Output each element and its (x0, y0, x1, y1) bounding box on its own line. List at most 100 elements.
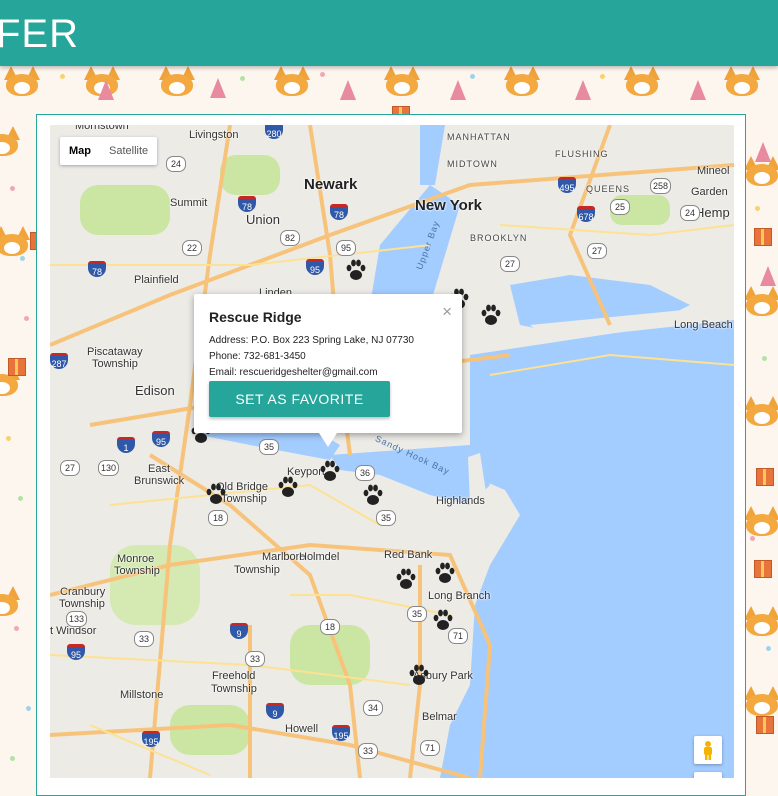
route-shield: 287 (50, 353, 68, 369)
corgi-decoration-icon (380, 66, 424, 96)
place-label: Edison (135, 383, 175, 398)
place-label: Belmar (422, 711, 457, 723)
route-shield: 82 (280, 230, 300, 246)
place-label: Highlands (436, 495, 485, 507)
route-shield: 24 (680, 205, 700, 221)
place-label: Piscataway (87, 346, 143, 358)
paw-marker-icon[interactable] (434, 561, 456, 585)
place-label: New York (415, 197, 482, 214)
route-shield: 34 (363, 700, 383, 716)
paw-marker-icon[interactable] (480, 303, 502, 327)
route-shield: 133 (66, 611, 88, 627)
paw-marker-icon[interactable] (408, 663, 430, 687)
route-shield: 195 (142, 731, 160, 747)
confetti-dot (755, 206, 760, 211)
confetti-dot (750, 536, 755, 541)
party-hat-icon (98, 80, 114, 100)
place-label: MANHATTAN (447, 132, 511, 142)
satellite-view-button[interactable]: Satellite (100, 137, 157, 165)
party-hat-icon (450, 80, 466, 100)
place-label: Newark (304, 176, 358, 193)
set-as-favorite-button[interactable]: SET AS FAVORITE (209, 381, 390, 417)
place-label: Township (92, 358, 138, 370)
route-shield: 24 (166, 156, 186, 172)
confetti-dot (762, 356, 767, 361)
route-shield: 195 (332, 725, 350, 741)
zoom-control[interactable] (694, 772, 722, 778)
route-shield: 27 (587, 243, 607, 259)
place-label: Union (246, 212, 280, 227)
place-label: East (148, 463, 171, 475)
paw-marker-icon[interactable] (362, 483, 384, 507)
place-label: Hemp (695, 205, 730, 220)
gift-box-icon (756, 716, 774, 734)
place-label: Plainfield (134, 274, 179, 286)
place-label: Millstone (120, 689, 164, 701)
map-view-button[interactable]: Map (60, 137, 100, 165)
place-label: Township (59, 598, 105, 610)
street-view-pegman-icon[interactable] (694, 736, 722, 764)
close-icon[interactable]: × (442, 302, 452, 322)
place-label: FLUSHING (555, 149, 609, 159)
route-shield: 71 (420, 740, 440, 756)
route-shield: 36 (355, 465, 375, 481)
paw-marker-icon[interactable] (319, 459, 341, 483)
confetti-dot (6, 436, 11, 441)
paw-marker-icon[interactable] (277, 475, 299, 499)
corgi-decoration-icon (720, 66, 764, 96)
confetti-dot (10, 186, 15, 191)
confetti-dot (320, 72, 325, 77)
confetti-dot (26, 706, 31, 711)
route-shield: 18 (320, 619, 340, 635)
confetti-dot (10, 756, 15, 761)
confetti-dot (470, 74, 475, 79)
map-base-layer (50, 125, 734, 778)
place-label: Long Branch (428, 590, 491, 602)
confetti-dot (766, 646, 771, 651)
route-shield: 130 (98, 460, 120, 476)
paw-marker-icon[interactable] (395, 567, 417, 591)
paw-marker-icon[interactable] (432, 608, 454, 632)
corgi-decoration-icon (500, 66, 544, 96)
app-title: FER (0, 12, 79, 56)
confetti-dot (14, 626, 19, 631)
route-shield: 280 (265, 125, 283, 139)
party-hat-icon (760, 266, 776, 286)
shelter-name: Rescue Ridge (209, 309, 302, 325)
gift-box-icon (8, 358, 26, 376)
route-shield: 18 (208, 510, 228, 526)
place-label: Township (114, 565, 160, 577)
corgi-decoration-icon (0, 586, 24, 616)
confetti-dot (60, 74, 65, 79)
place-label: Township (234, 564, 280, 576)
corgi-decoration-icon (0, 66, 44, 96)
gift-box-icon (754, 228, 772, 246)
route-shield: 35 (376, 510, 396, 526)
place-label: Holmdel (299, 551, 340, 563)
party-hat-icon (690, 80, 706, 100)
place-label: Red Bank (384, 549, 433, 561)
route-shield: 35 (259, 439, 279, 455)
place-label: Brunswick (134, 475, 185, 487)
paw-marker-icon[interactable] (345, 258, 367, 282)
party-hat-icon (755, 142, 771, 162)
confetti-dot (240, 76, 245, 81)
confetti-dot (24, 316, 29, 321)
paw-marker-icon[interactable] (205, 482, 227, 506)
gift-box-icon (754, 560, 772, 578)
place-label: Freehold (212, 670, 256, 682)
route-shield: 495 (558, 177, 576, 193)
shelter-phone: Phone: 732-681-3450 (209, 351, 306, 362)
shelter-info-window: Rescue Ridge × Address: P.O. Box 223 Spr… (194, 294, 462, 447)
map-canvas[interactable]: Map Satellite Morristown Livingston MANHAT… (50, 125, 734, 778)
corgi-decoration-icon (0, 126, 24, 156)
place-label: Monroe (117, 553, 155, 565)
corgi-decoration-icon (270, 66, 314, 96)
confetti-dot (20, 256, 25, 261)
place-label: Garden (691, 186, 728, 198)
route-shield: 33 (134, 631, 154, 647)
route-shield: 33 (245, 651, 265, 667)
place-label: Summit (170, 197, 208, 209)
party-hat-icon (210, 78, 226, 98)
route-shield: 35 (407, 606, 427, 622)
